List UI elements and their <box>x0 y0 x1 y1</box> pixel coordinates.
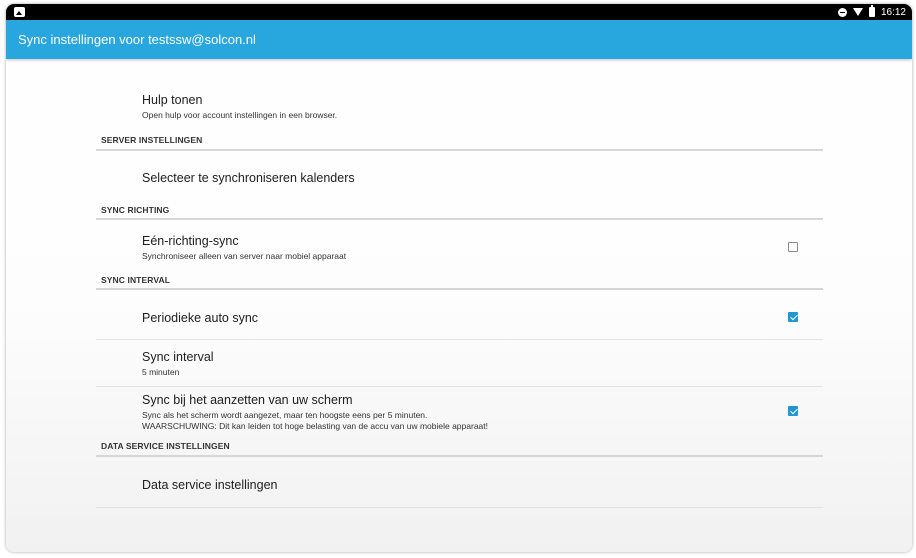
battery-icon <box>868 5 875 17</box>
pref-sync-screen-on-title: Sync bij het aanzetten van uw scherm <box>142 393 353 407</box>
pref-periodic-sync-title: Periodieke auto sync <box>142 311 259 325</box>
pref-help[interactable]: Hulp tonen Open hulp voor account instel… <box>96 59 823 123</box>
pref-sync-interval-title: Sync interval <box>142 350 214 364</box>
category-divider <box>96 149 823 151</box>
status-icons: 16:12 <box>837 4 906 20</box>
category-data-service: DATA SERVICE INSTELLINGEN <box>96 441 823 461</box>
toolbar-title: Sync instellingen voor testssw@solcon.nl <box>18 32 256 47</box>
status-time: 16:12 <box>880 6 906 18</box>
pref-sync-screen-on[interactable]: Sync bij het aanzetten van uw scherm Syn… <box>96 387 823 439</box>
one-way-sync-checkbox[interactable] <box>788 242 798 252</box>
category-server-label: SERVER INSTELLINGEN <box>101 135 203 145</box>
category-sync-direction-label: SYNC RICHTING <box>101 205 170 215</box>
category-sync-interval-label: SYNC INTERVAL <box>101 275 170 285</box>
pref-help-summary: Open hulp voor account instellingen in e… <box>142 110 338 120</box>
pref-sync-interval-summary: 5 minuten <box>142 367 180 377</box>
status-bar: 16:12 <box>6 4 912 20</box>
sync-screen-on-checkbox[interactable] <box>788 406 798 416</box>
item-divider <box>96 507 823 508</box>
category-server: SERVER INSTELLINGEN <box>96 135 823 155</box>
app-toolbar: Sync instellingen voor testssw@solcon.nl <box>6 20 912 59</box>
pref-periodic-sync[interactable]: Periodieke auto sync <box>96 295 823 340</box>
category-data-service-label: DATA SERVICE INSTELLINGEN <box>101 441 230 451</box>
category-divider <box>96 455 823 457</box>
image-notification-icon <box>14 7 25 17</box>
periodic-sync-checkbox[interactable] <box>788 312 798 322</box>
device-frame: 16:12 Sync instellingen voor testssw@sol… <box>6 4 912 552</box>
pref-one-way-sync-title: Eén-richting-sync <box>142 234 239 248</box>
category-sync-direction: SYNC RICHTING <box>96 205 823 225</box>
category-divider <box>96 218 823 220</box>
pref-select-calendars-title: Selecteer te synchroniseren kalenders <box>142 171 355 185</box>
category-divider <box>96 288 823 290</box>
pref-sync-interval[interactable]: Sync interval 5 minuten <box>96 340 823 387</box>
do-not-disturb-icon <box>837 7 847 17</box>
pref-sync-screen-on-warning: WAARSCHUWING: Dit kan leiden tot hoge be… <box>142 421 488 431</box>
pref-one-way-sync[interactable]: Eén-richting-sync Synchroniseer alleen v… <box>96 225 823 269</box>
pref-help-title: Hulp tonen <box>142 93 203 107</box>
pref-one-way-sync-summary: Synchroniseer alleen van server naar mob… <box>142 251 347 261</box>
wifi-icon <box>852 8 863 16</box>
pref-data-service[interactable]: Data service instellingen <box>96 461 823 508</box>
pref-sync-screen-on-summary: Sync als het scherm wordt aangezet, maar… <box>142 410 428 420</box>
category-sync-interval: SYNC INTERVAL <box>96 275 823 295</box>
pref-data-service-title: Data service instellingen <box>142 478 278 492</box>
pref-select-calendars[interactable]: Selecteer te synchroniseren kalenders <box>96 155 823 199</box>
settings-list: Hulp tonen Open hulp voor account instel… <box>6 59 912 552</box>
